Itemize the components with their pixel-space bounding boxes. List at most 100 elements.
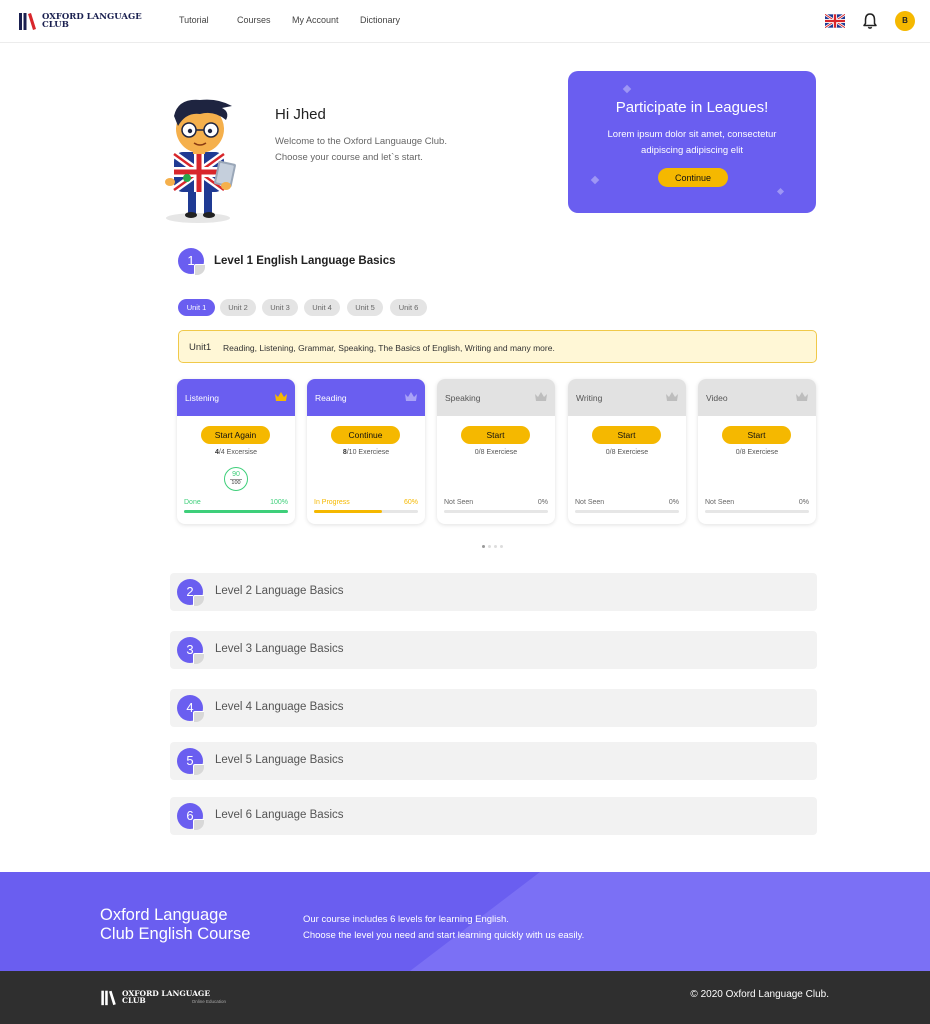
leagues-text: Lorem ipsum dolor sit amet, consectetur … [607,129,777,156]
welcome-text: Welcome to the Oxford Languauge Club. Ch… [275,134,505,166]
crown-icon [666,392,678,401]
decor-diamond-icon [622,84,632,94]
skill-name: Writing [576,393,603,403]
level-title: Level 4 Language Basics [215,701,344,713]
tab-unit-3[interactable]: Unit 3 [262,299,298,316]
books-logo-icon [101,990,116,1006]
footer-logo-tagline: Online Education [191,999,226,1004]
badge-corner-icon [193,711,204,722]
progress-bar [444,510,548,513]
progress-percent: 0% [798,499,809,506]
top-navbar: OXFORD LANGUAGE CLUB Tutorial Courses My… [0,0,930,43]
level-title: Level 5 Language Basics [215,754,344,766]
level-1-title: Level 1 English Language Basics [214,255,396,267]
level-badge: 6 [177,803,204,830]
skill-start-again-button[interactable]: Start Again [201,426,270,444]
tab-unit-2[interactable]: Unit 2 [220,299,256,316]
progress-bar [184,510,288,513]
skill-card-writing: Writing Start 0/8 Exerciese Not Seen 0% [568,379,686,524]
skill-start-button[interactable]: Start [592,426,661,444]
level-badge: 2 [177,579,204,606]
progress-percent: 60% [403,499,418,506]
skill-card-reading: Reading Continue 8/10 Exerciese In Progr… [307,379,425,524]
level-row-2[interactable]: 2 Level 2 Language Basics [170,573,817,611]
level-title: Level 2 Language Basics [215,585,344,597]
progress-bar [314,510,418,513]
level-badge: 4 [177,695,204,722]
level-badge: 3 [177,637,204,664]
badge-corner-icon [193,819,204,830]
progress-percent: 100% [270,499,288,506]
greeting-heading: Hi Jhed [275,106,326,123]
skill-exercise-count: 4/4 Excersise [214,449,258,456]
skill-name: Reading [315,393,347,403]
progress-percent: 0% [537,499,548,506]
level-row-5[interactable]: 5 Level 5 Language Basics [170,742,817,780]
level-row-4[interactable]: 4 Level 4 Language Basics [170,689,817,727]
level-1-badge: 1 [178,248,205,275]
bell-icon[interactable] [862,12,878,30]
badge-corner-icon [194,264,205,275]
footer-logo[interactable]: OXFORD LANGUAGE CLUB Online Education [100,989,226,1006]
skill-exercise-count: 0/8 Exerciese [605,449,649,456]
footer-bar: OXFORD LANGUAGE CLUB Online Education © 2… [0,971,930,1024]
leagues-promo-card: Participate in Leagues! Lorem ipsum dolo… [568,71,816,213]
nav-tutorial[interactable]: Tutorial [179,15,209,25]
tab-unit-4[interactable]: Unit 4 [304,299,340,316]
badge-corner-icon [193,595,204,606]
carousel-dot[interactable] [488,545,491,548]
decor-diamond-icon [776,187,785,196]
skill-start-button[interactable]: Start [722,426,791,444]
progress-status: Not Seen [444,499,474,506]
skill-name: Speaking [445,393,481,403]
score-badge: 90 100 [224,467,248,491]
footer-title: Oxford Language Club English Course [100,906,251,943]
skill-card-listening: Listening Start Again 4/4 Excersise 90 1… [177,379,295,524]
copyright-text: © 2020 Oxford Language Club. [690,989,829,1000]
progress-status: In Progress [314,499,350,506]
carousel-dot[interactable] [500,545,503,548]
skill-name: Listening [185,393,220,403]
crown-icon [535,392,547,401]
progress-bar [575,510,679,513]
progress-status: Done [184,499,201,506]
user-avatar[interactable]: B [895,11,915,31]
score-max: 100 [230,479,242,486]
skill-exercise-count: 0/8 Exerciese [735,449,779,456]
footer-logo-line2: CLUB Online Education [122,996,226,1005]
skill-card-speaking: Speaking Start 0/8 Exerciese Not Seen 0% [437,379,555,524]
logo-text-line2: CLUB [42,20,69,30]
level-row-6[interactable]: 6 Level 6 Language Basics [170,797,817,835]
unit-banner-text: Reading, Listening, Grammar, Speaking, T… [223,343,555,353]
leagues-title: Participate in Leagues! [615,99,769,116]
skill-continue-button[interactable]: Continue [331,426,400,444]
brand-logo[interactable]: OXFORD LANGUAGE CLUB [18,11,142,31]
tab-unit-6[interactable]: Unit 6 [390,299,427,316]
leagues-continue-button[interactable]: Continue [658,168,728,187]
mascot-illustration [165,99,236,223]
carousel-dot[interactable] [494,545,497,548]
nav-dictionary[interactable]: Dictionary [360,15,400,25]
welcome-line-1: Welcome to the Oxford Languauge Club. [275,136,447,147]
crown-icon [405,392,417,401]
crown-icon [796,392,808,401]
books-logo-icon [19,13,36,30]
badge-corner-icon [193,653,204,664]
crown-icon [275,392,287,401]
level-row-3[interactable]: 3 Level 3 Language Basics [170,631,817,669]
progress-status: Not Seen [705,499,735,506]
uk-flag-icon[interactable] [825,14,845,28]
decor-diamond-icon [590,175,600,185]
carousel-pagination[interactable] [482,545,503,548]
unit-banner-label: Unit1 [189,342,212,353]
nav-my-account[interactable]: My Account [292,15,339,25]
score-value: 90 [232,471,240,478]
progress-status: Not Seen [575,499,605,506]
carousel-dot[interactable] [482,545,485,548]
progress-bar [705,510,809,513]
nav-courses[interactable]: Courses [237,15,271,25]
tab-unit-1[interactable]: Unit 1 [178,299,215,316]
skill-card-video: Video Start 0/8 Exerciese Not Seen 0% [698,379,816,524]
tab-unit-5[interactable]: Unit 5 [347,299,383,316]
skill-start-button[interactable]: Start [461,426,530,444]
